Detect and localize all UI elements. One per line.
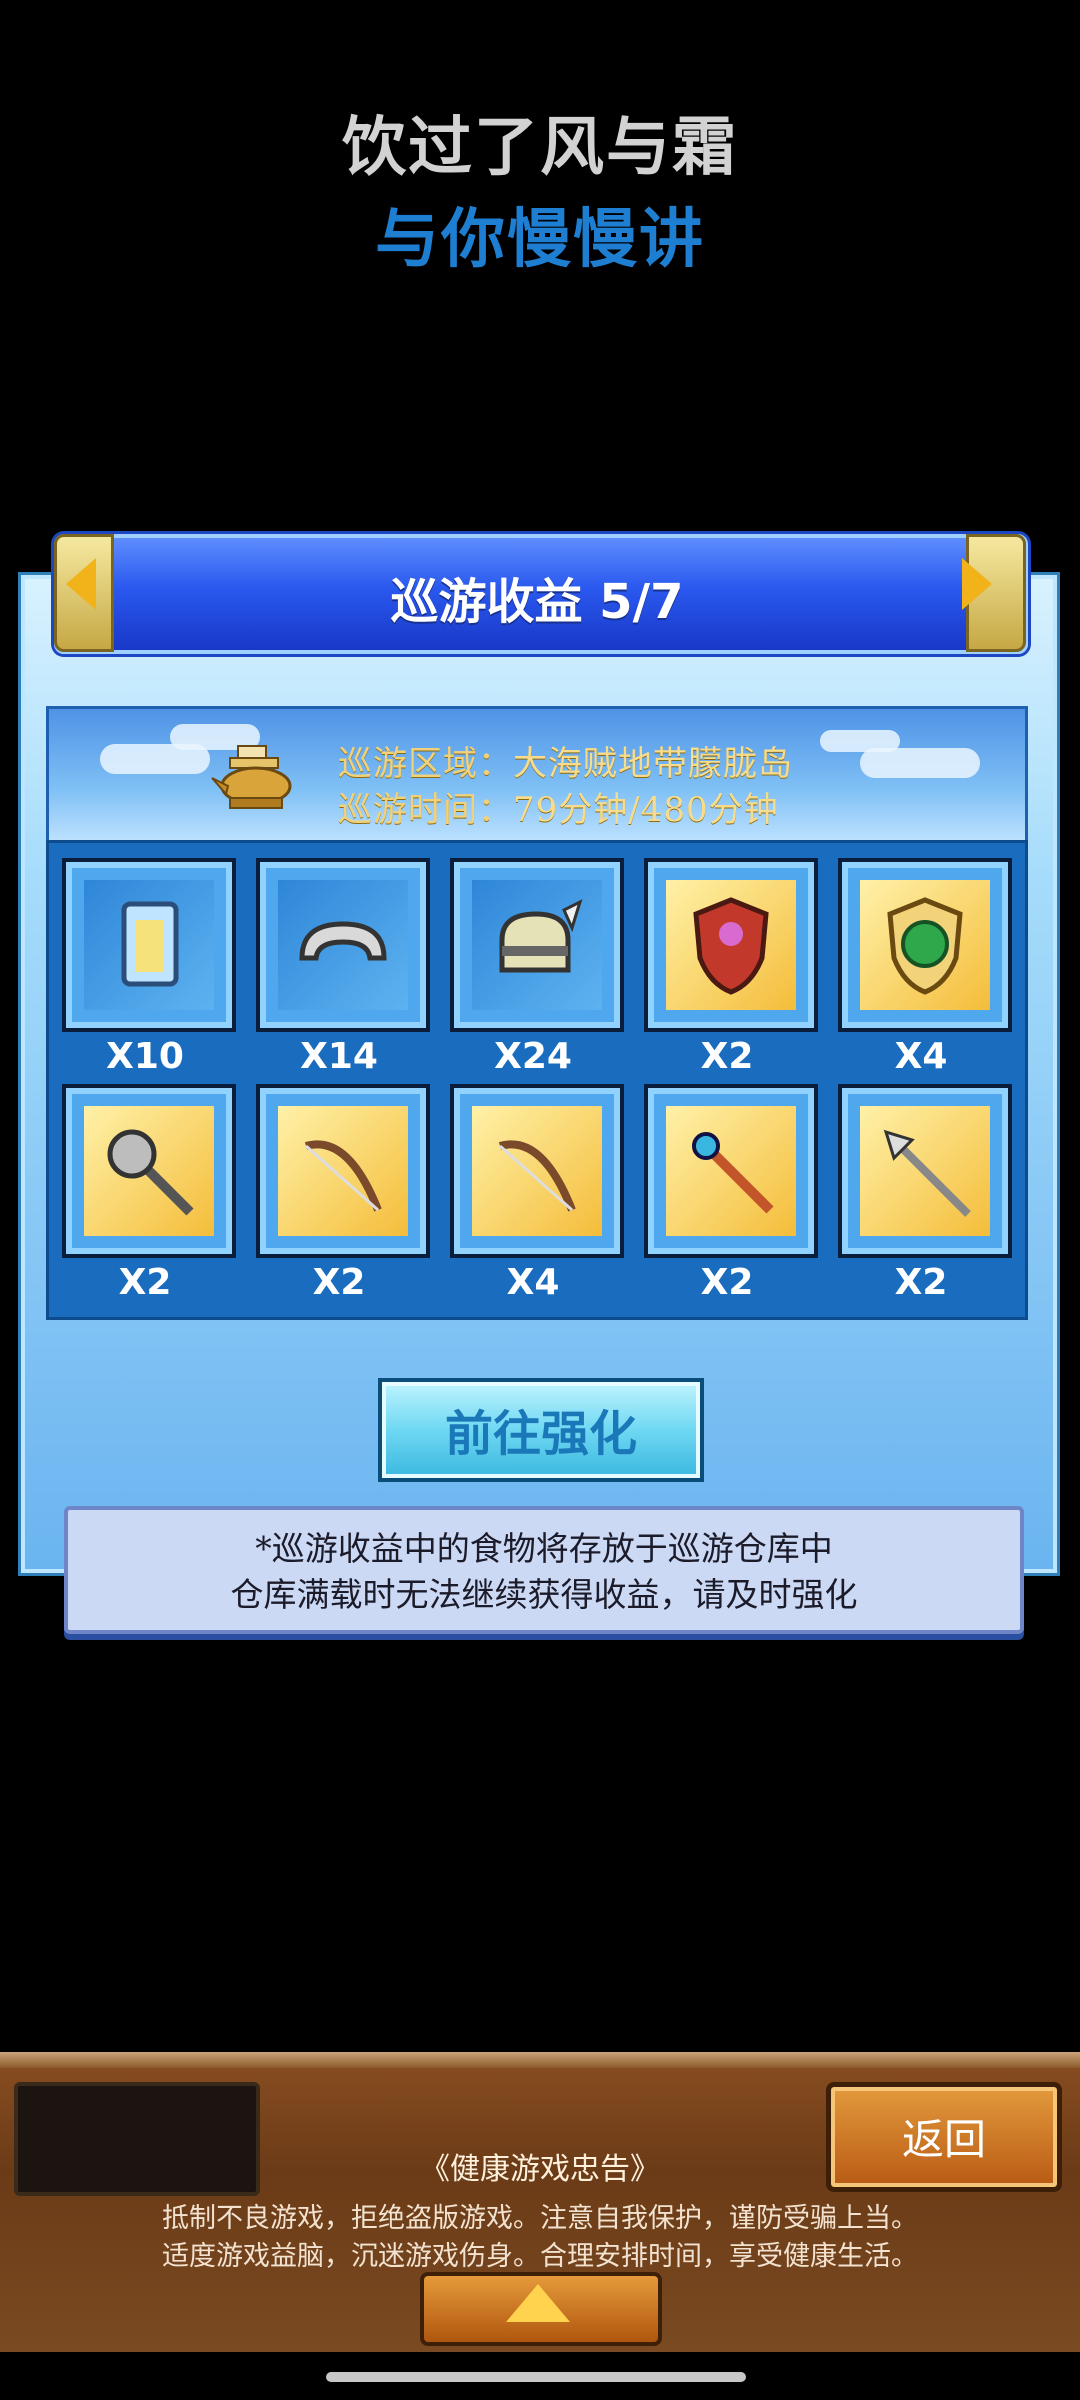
cloud-decoration — [820, 730, 900, 752]
item-qty-4: X2 — [700, 1036, 754, 1077]
item-slot-3[interactable] — [450, 858, 624, 1032]
mace-icon — [107, 1129, 194, 1216]
home-indicator[interactable] — [326, 2372, 746, 2382]
green-shield-icon — [887, 897, 963, 995]
notice-line-2: 仓库满载时无法继续获得收益，请及时强化 — [230, 1575, 858, 1614]
item-slot-7[interactable] — [256, 1084, 430, 1258]
helmet-icon — [499, 899, 583, 973]
slogan-line-2: 与你慢慢讲 — [375, 203, 705, 277]
cloud-decoration — [860, 748, 980, 778]
health-advisory-line-1: 抵制不良游戏，拒绝盗版游戏。注意自我保护，谨防受骗上当。 — [162, 2203, 918, 2234]
panel-title: 巡游收益 5/7 — [390, 574, 684, 630]
item-qty-5: X4 — [894, 1036, 948, 1077]
ship-lamp-icon — [211, 745, 292, 809]
footer-trim — [0, 2052, 1080, 2068]
up-arrow-icon — [506, 2284, 570, 2322]
item-slot-9[interactable] — [644, 1084, 818, 1258]
bow-icon — [304, 1140, 382, 1212]
item-qty-7: X2 — [312, 1262, 366, 1303]
headband-icon — [299, 921, 387, 961]
item-slot-6[interactable] — [62, 1084, 236, 1258]
slogan-line-1: 饮过了风与霜 — [342, 111, 738, 185]
item-qty-2: X14 — [300, 1036, 378, 1077]
bow-icon — [498, 1140, 576, 1212]
cruise-region: 巡游区域：大海贼地带朦胧岛 — [338, 736, 793, 785]
cruise-time-label: 巡游时间： — [338, 790, 513, 830]
health-advisory-title: 《健康游戏忠告》 — [420, 2152, 660, 2187]
item-slot-5[interactable] — [838, 858, 1012, 1032]
item-slot-2[interactable] — [256, 858, 430, 1032]
item-slot-10[interactable] — [838, 1084, 1012, 1258]
staff-icon — [692, 1132, 774, 1214]
red-shield-icon — [693, 897, 769, 995]
notice-line-1: *巡游收益中的食物将存放于巡游仓库中 — [255, 1529, 833, 1568]
health-advisory-line-2: 适度游戏益脑，沉迷游戏伤身。合理安排时间，享受健康生活。 — [162, 2241, 918, 2272]
scroll-icon — [121, 901, 179, 987]
cruise-time: 巡游时间：79分钟/480分钟 — [338, 782, 779, 831]
item-qty-10: X2 — [894, 1262, 948, 1303]
item-qty-1: X10 — [106, 1036, 184, 1077]
item-qty-8: X4 — [506, 1262, 560, 1303]
go-enhance-label[interactable]: 前往强化 — [378, 1394, 704, 1464]
item-slot-8[interactable] — [450, 1084, 624, 1258]
cruise-time-value: 79分钟/480分钟 — [513, 790, 779, 830]
item-qty-6: X2 — [118, 1262, 172, 1303]
cruise-region-value: 大海贼地带朦胧岛 — [513, 744, 793, 784]
item-qty-9: X2 — [700, 1262, 754, 1303]
item-qty-3: X24 — [494, 1036, 572, 1077]
item-slot-1[interactable] — [62, 858, 236, 1032]
spear-icon — [883, 1129, 971, 1217]
item-slot-4[interactable] — [644, 858, 818, 1032]
cruise-region-label: 巡游区域： — [338, 744, 513, 784]
